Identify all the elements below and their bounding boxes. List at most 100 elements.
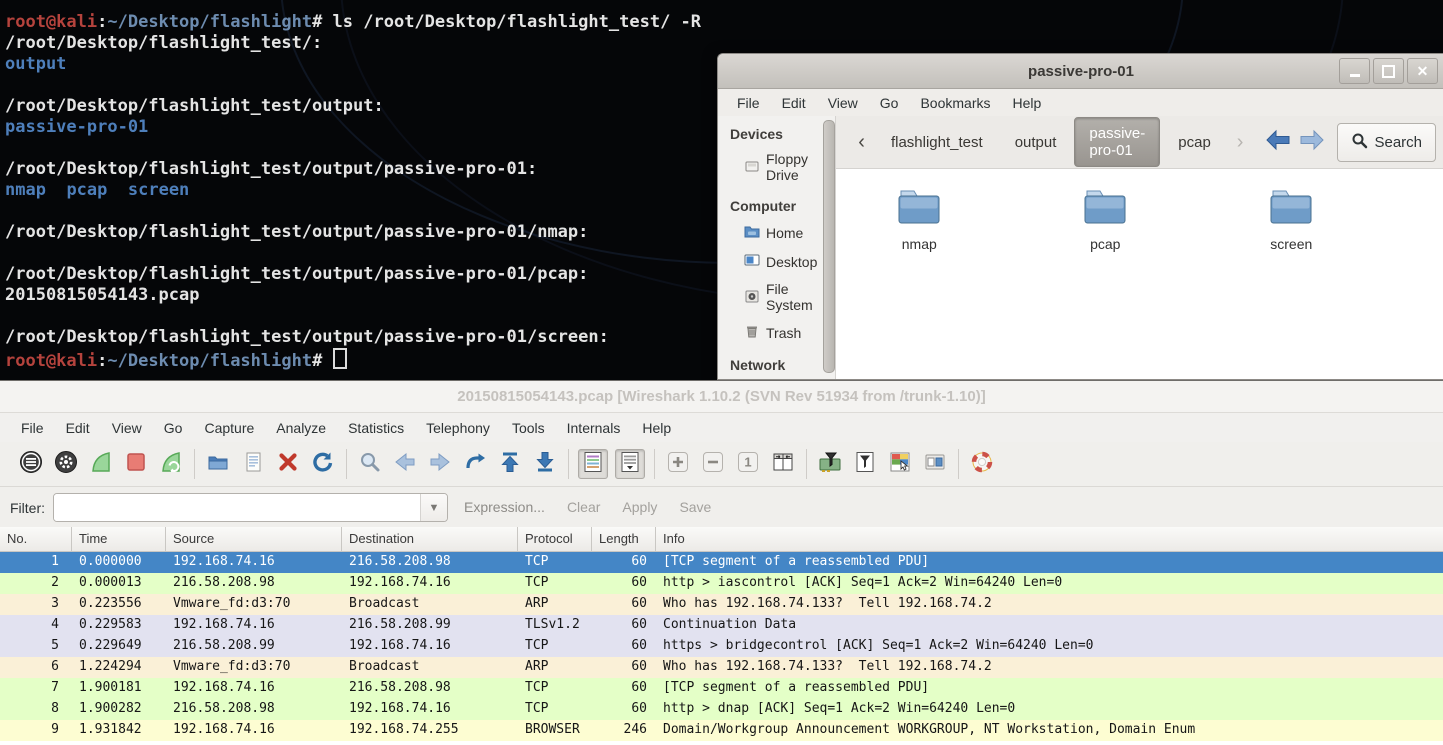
close-button[interactable]: ✕ <box>1407 58 1438 84</box>
packet-row[interactable]: 61.224294Vmware_fd:d3:70BroadcastARP60Wh… <box>0 657 1443 678</box>
go-to-top-button[interactable] <box>496 450 524 478</box>
history-chevron-left-icon[interactable]: ‹ <box>850 131 873 154</box>
capture-options-button[interactable] <box>52 450 80 478</box>
save-file-button[interactable] <box>239 450 267 478</box>
list-interfaces-button[interactable] <box>17 450 45 478</box>
sidebar-item-file-system[interactable]: File System <box>718 276 835 318</box>
menu-item-analyze[interactable]: Analyze <box>265 420 337 436</box>
sidebar-item-item[interactable] <box>718 377 835 379</box>
display-filter-button[interactable] <box>851 450 879 478</box>
column-header-protocol[interactable]: Protocol <box>518 527 592 551</box>
folder-pcap[interactable]: pcap <box>1060 187 1150 379</box>
go-to-bottom-button[interactable] <box>531 450 559 478</box>
menu-item-bookmarks[interactable]: Bookmarks <box>909 95 1001 111</box>
column-header-info[interactable]: Info <box>656 527 1443 551</box>
filter-save-button[interactable]: Save <box>679 499 711 515</box>
preferences-button[interactable] <box>921 450 949 478</box>
zoom-100-button[interactable]: 1 <box>734 450 762 478</box>
help-button[interactable] <box>968 450 996 478</box>
file-manager-titlebar[interactable]: passive-pro-01 ✕ <box>718 54 1443 89</box>
sidebar-scrollbar[interactable] <box>823 120 833 375</box>
window-controls: ✕ <box>1339 58 1438 84</box>
packet-row[interactable]: 20.000013216.58.208.98192.168.74.16TCP60… <box>0 573 1443 594</box>
history-chevron-right-icon[interactable]: › <box>1229 131 1252 154</box>
go-back-button[interactable] <box>391 450 419 478</box>
filter-input[interactable] <box>54 494 420 521</box>
wireshark-titlebar[interactable]: 20150815054143.pcap [Wireshark 1.10.2 (S… <box>0 381 1443 413</box>
menu-item-telephony[interactable]: Telephony <box>415 420 501 436</box>
menu-item-help[interactable]: Help <box>1002 95 1053 111</box>
menu-item-capture[interactable]: Capture <box>193 420 265 436</box>
menu-item-tools[interactable]: Tools <box>501 420 556 436</box>
resize-columns-button[interactable] <box>769 450 797 478</box>
packet-cell-no: 1 <box>0 552 72 573</box>
column-header-no[interactable]: No. <box>0 527 72 551</box>
packet-cell-proto: TCP <box>518 552 592 573</box>
menu-item-internals[interactable]: Internals <box>556 420 632 436</box>
column-header-length[interactable]: Length <box>592 527 656 551</box>
column-header-time[interactable]: Time <box>72 527 166 551</box>
forward-button[interactable] <box>1299 129 1325 156</box>
packet-row[interactable]: 50.229649216.58.208.99192.168.74.16TCP60… <box>0 636 1443 657</box>
packet-row[interactable]: 10.000000192.168.74.16216.58.208.98TCP60… <box>0 552 1443 573</box>
path-segment-output[interactable]: output <box>1001 127 1071 158</box>
column-header-source[interactable]: Source <box>166 527 342 551</box>
folder-screen[interactable]: screen <box>1246 187 1336 379</box>
colorize-toggle-button[interactable] <box>578 449 608 479</box>
packet-table-header: No.TimeSourceDestinationProtocolLengthIn… <box>0 527 1443 552</box>
search-button[interactable]: Search <box>1337 123 1436 162</box>
filter-clear-button[interactable]: Clear <box>567 499 600 515</box>
filter-dropdown-button[interactable]: ▼ <box>420 494 447 521</box>
open-file-button[interactable] <box>204 450 232 478</box>
terminal-text: /root/Desktop/flashlight_test/output/pas… <box>5 264 588 284</box>
filter-apply-button[interactable]: Apply <box>622 499 657 515</box>
find-packet-button[interactable] <box>356 450 384 478</box>
autoscroll-toggle <box>618 450 642 479</box>
capture-filter-button[interactable] <box>816 450 844 478</box>
zoom-out <box>701 450 725 479</box>
back-button[interactable] <box>1265 129 1291 156</box>
menu-item-view[interactable]: View <box>817 95 869 111</box>
zoom-out-button[interactable] <box>699 450 727 478</box>
menu-item-go[interactable]: Go <box>869 95 910 111</box>
packet-row[interactable]: 40.229583192.168.74.16216.58.208.99TLSv1… <box>0 615 1443 636</box>
menu-item-statistics[interactable]: Statistics <box>337 420 415 436</box>
packet-cell-info: Domain/Workgroup Announcement WORKGROUP,… <box>656 720 1443 741</box>
go-to-packet-button[interactable] <box>461 450 489 478</box>
path-segment-passive-pro-01[interactable]: passive-pro-01 <box>1074 117 1160 167</box>
stop-capture-button[interactable] <box>122 450 150 478</box>
maximize-button[interactable] <box>1373 58 1404 84</box>
sidebar-item-trash[interactable]: Trash <box>718 318 835 347</box>
menu-item-view[interactable]: View <box>101 420 153 436</box>
menu-item-help[interactable]: Help <box>631 420 682 436</box>
folder-nmap[interactable]: nmap <box>874 187 964 379</box>
zoom-in-button[interactable] <box>664 450 692 478</box>
sidebar-item-home[interactable]: Home <box>718 218 835 247</box>
packet-row[interactable]: 91.931842192.168.74.16192.168.74.255BROW… <box>0 720 1443 741</box>
menu-item-file[interactable]: File <box>726 95 771 111</box>
filter-expression-button[interactable]: Expression... <box>464 499 545 515</box>
scrollbar-thumb[interactable] <box>823 120 835 373</box>
go-forward-button[interactable] <box>426 450 454 478</box>
close-file-button[interactable] <box>274 450 302 478</box>
restart-capture-button[interactable] <box>157 450 185 478</box>
start-capture-button[interactable] <box>87 450 115 478</box>
packet-row[interactable]: 71.900181192.168.74.16216.58.208.98TCP60… <box>0 678 1443 699</box>
menu-item-file[interactable]: File <box>10 420 55 436</box>
menu-item-edit[interactable]: Edit <box>55 420 101 436</box>
path-segment-pcap[interactable]: pcap <box>1164 127 1225 158</box>
menu-item-edit[interactable]: Edit <box>771 95 817 111</box>
coloring-rules-button[interactable] <box>886 450 914 478</box>
packet-cell-dst: 216.58.208.98 <box>342 678 518 699</box>
minimize-button[interactable] <box>1339 58 1370 84</box>
sidebar-item-floppy-drive[interactable]: Floppy Drive <box>718 146 835 188</box>
reload-file-button[interactable] <box>309 450 337 478</box>
help <box>970 450 994 479</box>
packet-row[interactable]: 30.223556Vmware_fd:d3:70BroadcastARP60Wh… <box>0 594 1443 615</box>
packet-row[interactable]: 81.900282216.58.208.98192.168.74.16TCP60… <box>0 699 1443 720</box>
path-segment-flashlight-test[interactable]: flashlight_test <box>877 127 997 158</box>
column-header-destination[interactable]: Destination <box>342 527 518 551</box>
menu-item-go[interactable]: Go <box>153 420 194 436</box>
autoscroll-toggle-button[interactable] <box>615 449 645 479</box>
sidebar-item-desktop[interactable]: Desktop <box>718 247 835 276</box>
